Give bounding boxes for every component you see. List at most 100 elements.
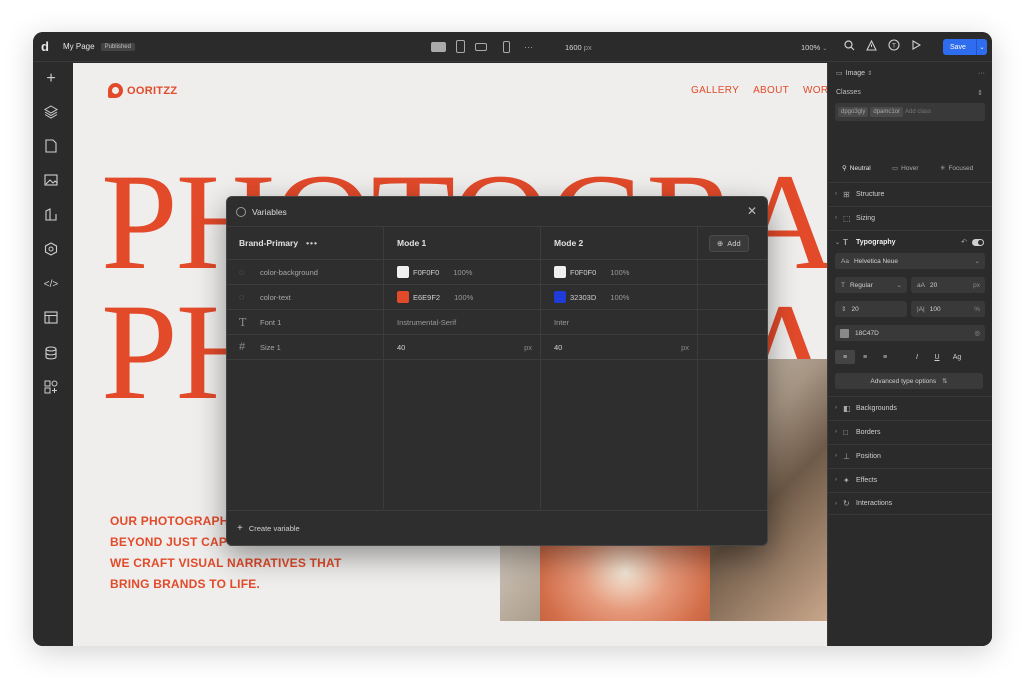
section-sizing[interactable]: › ⬚ Sizing [828,206,992,229]
table-row[interactable]: T Font 1 Instrumental-Serif Inter [227,310,767,335]
color-value[interactable]: 32303D [570,293,596,302]
collection-header[interactable]: Brand-Primary ••• [227,227,384,259]
components-icon[interactable] [43,242,59,258]
text-color-input[interactable]: 18C47D ◎ [835,325,985,341]
font-weight-select[interactable]: T Regular ⌄ [835,277,907,293]
align-center-icon[interactable]: ≡ [855,350,875,364]
add-class-input[interactable]: Add class [905,109,931,115]
section-structure[interactable]: › ⊞ Structure [828,182,992,205]
case-icon[interactable]: Ag [947,350,967,364]
line-height-input[interactable]: ⇕ 20 [835,301,907,317]
code-icon[interactable]: </> [43,277,59,293]
opacity-value[interactable]: 100% [610,293,629,302]
size-value[interactable]: 40 [397,343,405,352]
nav-item-work[interactable]: WORK [803,85,827,96]
image-icon[interactable] [43,174,59,190]
mode-1-header[interactable]: Mode 1 [384,227,541,259]
italic-icon[interactable]: I [907,350,927,364]
play-icon[interactable] [911,40,922,53]
variable-link-icon[interactable]: ◎ [974,329,980,337]
underline-icon[interactable]: U [927,350,947,364]
tablet-landscape-icon[interactable] [475,42,487,51]
color-swatch[interactable] [554,291,566,303]
color-swatch[interactable] [554,266,566,278]
opacity-value[interactable]: 100% [453,268,472,277]
state-tab-neutral[interactable]: ⚲ Neutral [842,164,871,173]
page-icon[interactable] [43,139,59,155]
color-value[interactable]: F0F0F0 [413,268,439,277]
search-icon[interactable] [844,39,855,54]
font-size-input[interactable]: aA 20 px [911,277,985,293]
modal-title: Variables [252,206,287,217]
more-icon[interactable]: ··· [978,70,985,77]
align-left-icon[interactable]: ≡ [835,350,855,364]
color-swatch[interactable] [397,266,409,278]
class-chip[interactable]: dpamc1or [870,107,904,117]
table-row[interactable]: ◌ color-text E6E9F2 100% 32303D 100% [227,285,767,310]
chevron-right-icon: › [835,500,837,507]
more-icon[interactable]: ··· [524,42,533,52]
page-name[interactable]: My Page [63,42,95,51]
advanced-type-options-button[interactable]: Advanced type options ⇅ [835,373,983,389]
canvas-width-readout[interactable]: 1600 px [565,43,592,52]
close-icon[interactable]: ✕ [747,205,757,217]
table-row[interactable]: ◌ color-background F0F0F0 100% F0F0F0 100% [227,260,767,285]
opacity-value[interactable]: 100% [454,293,473,302]
nav-item-gallery[interactable]: GALLERY [691,85,739,96]
design-canvas[interactable]: OORITZZ GALLERY ABOUT WORK PHOTOGRAPHY P… [73,63,827,646]
section-position[interactable]: › ⊥ Position [828,444,992,467]
table-row[interactable]: # Size 1 40 px 40 px [227,335,767,360]
nav-item-about[interactable]: ABOUT [753,85,789,96]
color-swatch[interactable] [397,291,409,303]
accessibility-icon[interactable]: T [888,39,900,54]
structure-icon: ⊞ [843,189,850,199]
zoom-select[interactable]: 100% ⌄ [801,43,827,52]
add-mode-button[interactable]: ⊕ Add [709,234,749,252]
text-align-group: ≡ ≡ ≡ I U Ag [828,350,992,364]
font-value[interactable]: Inter [554,318,569,327]
chevron-updown-icon[interactable]: ⇕ [867,70,872,77]
color-value[interactable]: F0F0F0 [570,268,596,277]
element-type[interactable]: Image [846,70,865,77]
font-value[interactable]: Instrumental-Serif [397,318,456,327]
size-value[interactable]: 40 [554,343,562,352]
reset-icon[interactable]: ↶ [961,238,967,246]
opacity-value[interactable]: 100% [610,268,629,277]
state-tab-hover[interactable]: ▭ Hover [892,164,919,173]
chevron-updown-icon[interactable]: ⇕ [977,89,983,97]
layers-icon[interactable] [43,105,59,121]
table-header: Brand-Primary ••• Mode 1 Mode 2 ⊕ Add [227,227,767,260]
site-logo[interactable]: OORITZZ [108,83,177,98]
typography-toggle[interactable] [972,238,984,246]
styles-icon[interactable] [43,208,59,224]
chevron-down-icon[interactable]: ⌄ [976,39,987,55]
save-button[interactable]: Save ⌄ [943,39,987,55]
database-icon[interactable] [43,346,59,362]
tablet-icon[interactable] [456,40,465,53]
add-icon[interactable]: + [43,71,59,87]
align-right-icon[interactable]: ≡ [875,350,895,364]
letter-spacing-input[interactable]: |A| 100 % [911,301,985,317]
section-interactions[interactable]: › ↻ Interactions [828,492,992,515]
class-chip[interactable]: dpgo3gly [838,107,869,117]
image-icon: ▭ [836,70,843,77]
state-tab-focused[interactable]: ✳ Focused [940,164,973,173]
section-borders[interactable]: › □ Borders [828,420,992,443]
warning-icon[interactable] [866,39,877,54]
pointer-icon: ⚲ [842,165,847,172]
section-typography[interactable]: ⌄ T Typography ↶ [828,230,992,253]
app-logo[interactable]: d [41,39,59,54]
layout-icon[interactable] [43,311,59,327]
section-effects[interactable]: › ✦ Effects [828,468,992,491]
mobile-icon[interactable] [503,40,510,53]
color-value[interactable]: E6E9F2 [413,293,440,302]
desktop-icon[interactable] [431,41,446,52]
more-icon[interactable]: ••• [306,238,318,248]
color-swatch[interactable] [840,328,849,338]
create-variable-button[interactable]: + Create variable [227,510,767,545]
apps-icon[interactable] [43,380,59,396]
mode-2-header[interactable]: Mode 2 [541,227,698,259]
section-backgrounds[interactable]: › ◧ Backgrounds [828,396,992,419]
font-family-select[interactable]: Aa Helvetica Neue ⌄ [835,253,985,269]
class-selector[interactable]: dpgo3gly dpamc1or Add class [835,103,985,121]
